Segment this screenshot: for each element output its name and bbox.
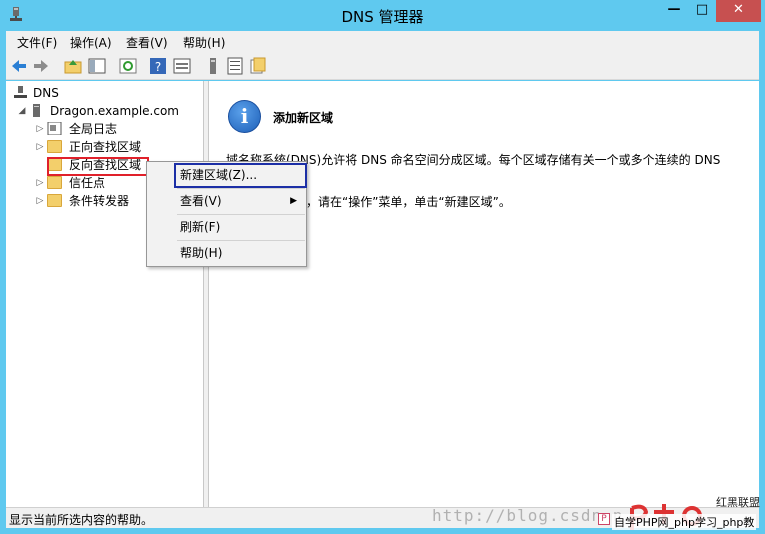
new-zone-highlight — [174, 163, 307, 188]
info-icon: i — [228, 100, 261, 133]
expand-triangle-icon[interactable]: ▷ — [35, 174, 45, 192]
expand-triangle-icon[interactable]: ▷ — [35, 192, 45, 210]
menu-file[interactable]: 文件(F) — [17, 34, 57, 51]
folder-icon — [47, 194, 62, 207]
logo-badge-icon: P — [598, 513, 610, 525]
help-icon[interactable]: ? — [149, 57, 167, 75]
content-area: DNS ◢ Dragon.example.com ▷ 全局日志 ▷ 正向查找区域… — [6, 81, 759, 507]
server-icon[interactable] — [204, 57, 222, 75]
properties-icon[interactable] — [173, 57, 191, 75]
dns-icon — [14, 86, 27, 98]
result-pane: i 添加新区域 域名称系统(DNS)允许将 DNS 命名空间分成区域。每个区域存… — [208, 81, 759, 507]
menu-separator — [177, 240, 305, 241]
menu-view[interactable]: 查看(V) — [126, 34, 168, 51]
list-icon[interactable] — [226, 57, 244, 75]
selected-node-highlight — [47, 157, 149, 176]
log-icon — [47, 122, 62, 135]
expand-triangle-icon[interactable]: ▷ — [35, 120, 45, 138]
logo-caption: 自学PHP网_php学习_php教 — [612, 514, 757, 530]
window-title: DNS 管理器 — [341, 8, 424, 26]
svg-text:?: ? — [155, 60, 161, 74]
back-arrow-icon[interactable] — [10, 57, 28, 75]
export-list-icon[interactable] — [249, 57, 267, 75]
minimize-button[interactable]: — — [660, 0, 688, 22]
folder-icon — [47, 140, 62, 153]
folder-icon — [47, 176, 62, 189]
add-zone-heading: 添加新区域 — [273, 111, 334, 125]
watermark-url: http://blog.csdn.n — [432, 506, 624, 525]
submenu-arrow-icon: ▶ — [290, 196, 297, 206]
menu-bar: 文件(F) 操作(A) 查看(V) 帮助(H) — [6, 31, 759, 52]
menu-item-help[interactable]: 帮助(H) — [148, 242, 305, 264]
up-folder-icon[interactable] — [64, 57, 82, 75]
menu-action[interactable]: 操作(A) — [70, 34, 112, 51]
title-bar[interactable]: DNS 管理器 — □ ✕ — [0, 0, 765, 30]
logo-badge-text: 红黑联盟 — [716, 496, 760, 509]
toolbar: ? — [6, 52, 759, 80]
collapse-triangle-icon[interactable]: ◢ — [17, 102, 27, 120]
maximize-button[interactable]: □ — [688, 0, 716, 22]
forward-arrow-icon[interactable] — [32, 57, 50, 75]
server-icon — [33, 104, 40, 117]
close-button[interactable]: ✕ — [716, 0, 761, 22]
refresh-icon[interactable] — [119, 57, 137, 75]
console-tree: DNS ◢ Dragon.example.com ▷ 全局日志 ▷ 正向查找区域… — [6, 81, 204, 507]
menu-separator — [177, 214, 305, 215]
menu-separator — [177, 188, 305, 189]
expand-triangle-icon[interactable]: ▷ — [35, 138, 45, 156]
status-text: 显示当前所选内容的帮助。 — [9, 513, 154, 527]
menu-help[interactable]: 帮助(H) — [183, 34, 225, 51]
menu-item-view[interactable]: 查看(V) ▶ — [148, 190, 305, 212]
dns-manager-window: DNS 管理器 — □ ✕ 文件(F) 操作(A) 查看(V) 帮助(H) ? … — [0, 0, 765, 534]
show-hide-tree-icon[interactable] — [88, 57, 106, 75]
menu-item-refresh[interactable]: 刷新(F) — [148, 216, 305, 238]
